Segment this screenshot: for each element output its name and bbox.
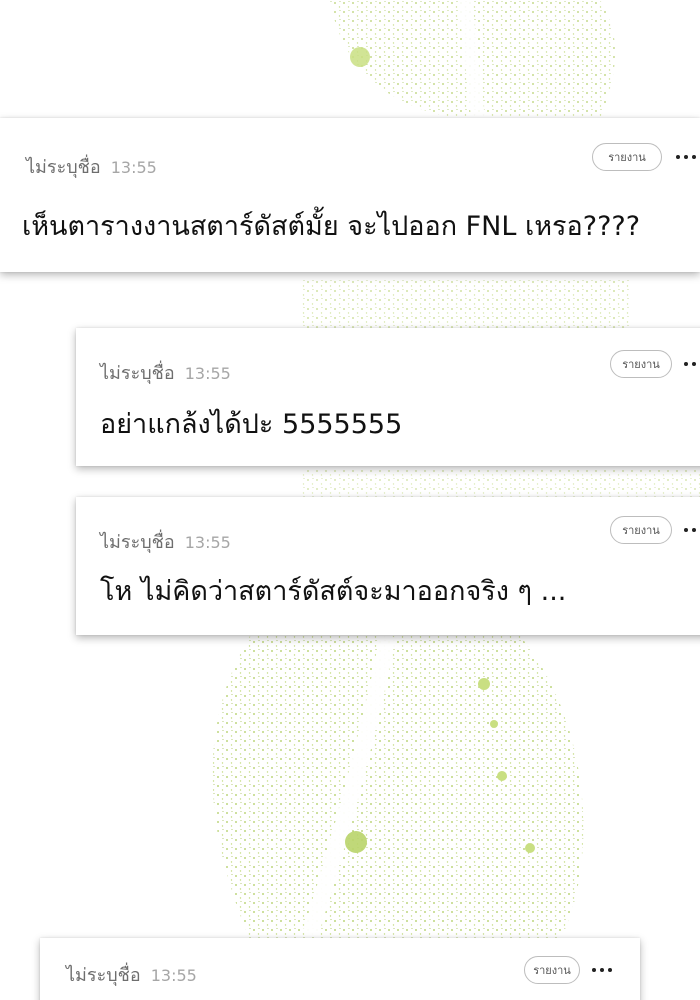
comment-meta: ไม่ระบุชื่อ 13:55: [66, 960, 197, 989]
comment-card: ไม่ระบุชื่อ 13:55 รายงาน เห็นตารางงานสตา…: [0, 118, 700, 272]
more-dots-icon[interactable]: [684, 528, 700, 532]
reply-card: ไม่ระบุชื่อ 13:55 รายงาน โห ไม่คิดว่าสตา…: [76, 497, 700, 635]
comment-time: 13:55: [184, 364, 231, 383]
report-button[interactable]: รายงาน: [610, 516, 672, 544]
comment-meta: ไม่ระบุชื่อ 13:55: [100, 527, 231, 556]
comment-card: ไม่ระบุชื่อ 13:55 รายงาน: [40, 938, 640, 1000]
comment-text: เห็นตารางงานสตาร์ดัสต์มั้ย จะไปออก FNL เ…: [22, 211, 641, 242]
more-dots-icon[interactable]: [592, 968, 612, 972]
comment-author: ไม่ระบุชื่อ: [100, 532, 175, 553]
reply-card: ไม่ระบุชื่อ 13:55 รายงาน อย่าแกล้งได้ปะ …: [76, 328, 700, 466]
comment-time: 13:55: [184, 533, 231, 552]
comment-author: ไม่ระบุชื่อ: [26, 157, 101, 178]
report-button[interactable]: รายงาน: [592, 143, 662, 171]
more-dots-icon[interactable]: [684, 362, 700, 366]
comment-time: 13:55: [110, 158, 157, 177]
comment-meta: ไม่ระบุชื่อ 13:55: [100, 358, 231, 387]
report-button[interactable]: รายงาน: [524, 956, 580, 984]
comment-text: โห ไม่คิดว่าสตาร์ดัสต์จะมาออกจริง ๆ ...: [100, 576, 567, 607]
comment-feed: ไม่ระบุชื่อ 13:55 รายงาน เห็นตารางงานสตา…: [0, 0, 700, 1000]
report-button[interactable]: รายงาน: [610, 350, 672, 378]
comment-author: ไม่ระบุชื่อ: [66, 965, 141, 986]
comment-time: 13:55: [150, 966, 197, 985]
comment-meta: ไม่ระบุชื่อ 13:55: [26, 152, 157, 181]
comment-author: ไม่ระบุชื่อ: [100, 363, 175, 384]
more-dots-icon[interactable]: [676, 155, 696, 159]
comment-text: อย่าแกล้งได้ปะ 5555555: [100, 409, 403, 440]
